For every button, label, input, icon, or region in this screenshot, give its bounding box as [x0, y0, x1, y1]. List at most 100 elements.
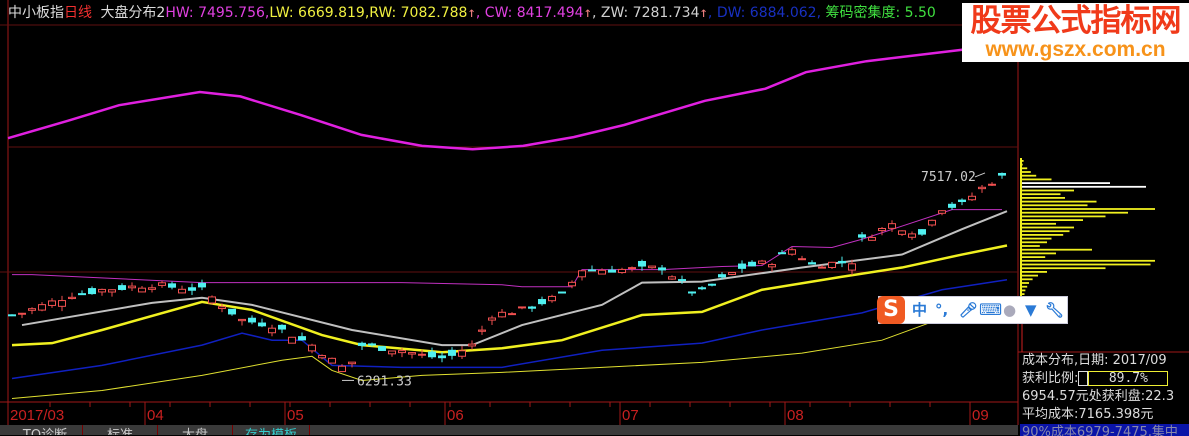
- candle-body: [268, 327, 276, 334]
- candle-body: [808, 262, 816, 265]
- kline-chart[interactable]: 6291.33 7517.02 2017/03 04 05 06 07 08 09: [0, 0, 1189, 435]
- watermark-logo: 股票公式指标网 www.gszx.com.cn: [962, 3, 1189, 62]
- indicator-name: 大盘分布2: [100, 5, 166, 21]
- header-value-1: LW: 6669.819,: [269, 5, 370, 21]
- candle-body: [168, 283, 176, 288]
- candle-body: [988, 183, 996, 186]
- avg-cost: 平均成本:7165.398元: [1022, 407, 1154, 422]
- candle-body: [398, 350, 406, 354]
- candle-body: [338, 365, 346, 373]
- candle-body: [488, 317, 496, 321]
- header-value-0: HW: 7495.756,: [165, 5, 270, 21]
- candle-body: [188, 287, 196, 291]
- chip-bar: [1020, 185, 1146, 188]
- cost-band: 90%成本6979-7475,集中: [1020, 424, 1189, 436]
- candle-body: [428, 351, 436, 358]
- candle-body: [648, 265, 656, 269]
- candle-body: [968, 195, 976, 201]
- tab-save-template[interactable]: 存为模板: [233, 425, 310, 435]
- chip-bar: [1020, 182, 1110, 184]
- tab-tq-diagnosis[interactable]: TQ诊断: [8, 425, 83, 435]
- candle-body: [38, 304, 46, 311]
- candle-body: [478, 329, 486, 332]
- candle-body: [748, 261, 756, 267]
- chip-bar: [1020, 219, 1083, 221]
- ime-toolbar[interactable]: S 中 °, 🎤︎ ⌨ ● ▼ 🔧︎: [877, 296, 1068, 324]
- candle-body: [928, 219, 936, 226]
- chip-bar: [1020, 222, 1056, 225]
- user-icon[interactable]: ●: [1003, 300, 1016, 320]
- chip-bar: [1020, 174, 1037, 177]
- chip-bar: [1020, 256, 1046, 258]
- high-price-label: 7517.02: [921, 170, 976, 185]
- candle-body: [628, 267, 636, 270]
- chip-bar: [1020, 271, 1047, 273]
- candle-body: [878, 227, 886, 232]
- candle-body: [208, 296, 216, 304]
- candle-body: [458, 350, 466, 357]
- header-value-3: , CW: 8417.494: [475, 5, 584, 21]
- tab-standard[interactable]: 标准: [83, 425, 158, 435]
- skin-shirt-icon[interactable]: ▼: [1025, 300, 1037, 320]
- up-arrow-icon: ↑: [467, 5, 476, 21]
- candle-body: [78, 293, 86, 296]
- chip-bar: [1020, 267, 1106, 270]
- candle-body: [8, 314, 16, 317]
- candle-body: [278, 324, 286, 330]
- candle-body: [358, 342, 366, 346]
- chip-bar: [1020, 274, 1038, 277]
- keyboard-icon[interactable]: ⌨: [979, 300, 1002, 320]
- wrench-settings-icon[interactable]: 🔧︎: [1045, 300, 1064, 320]
- up-arrow-icon: ↑: [583, 5, 592, 21]
- candle-body: [938, 210, 946, 214]
- candle-body: [658, 267, 666, 271]
- candle-body: [28, 308, 36, 311]
- header-value-6: 筹码密集度: 5.50: [821, 5, 936, 21]
- chip-bar: [1020, 189, 1074, 192]
- candle-body: [728, 272, 736, 275]
- candle-body: [858, 234, 866, 238]
- candle-body: [198, 282, 206, 288]
- candle-body: [258, 322, 266, 327]
- sogou-logo-icon[interactable]: S: [877, 296, 905, 324]
- candle-body: [328, 357, 336, 364]
- candle-body: [618, 268, 626, 274]
- period-label[interactable]: 日线: [64, 5, 92, 21]
- candle-body: [498, 311, 506, 318]
- chip-bar: [1020, 241, 1047, 244]
- candle-body: [508, 313, 516, 316]
- chart-header: 中小板指日线 大盘分布2HW: 7495.756,LW: 6669.819,RW…: [8, 3, 936, 23]
- candle-body: [48, 300, 56, 306]
- date-label: 05: [287, 407, 304, 424]
- date-label: 08: [787, 407, 804, 424]
- candle-body: [18, 312, 26, 315]
- chip-bar: [1020, 245, 1040, 247]
- candle-body: [588, 269, 596, 272]
- bottom-tabs: TQ诊断 标准 大盘 存为模板: [0, 425, 1018, 435]
- profit-label: 获利比例:: [1022, 371, 1079, 386]
- watermark-url: www.gszx.com.cn: [985, 38, 1166, 61]
- candle-body: [698, 287, 706, 290]
- candle-body: [608, 269, 616, 273]
- candle-body: [678, 279, 686, 282]
- candle-body: [558, 291, 566, 294]
- punctuation-toggle[interactable]: °,: [935, 300, 948, 320]
- candle-body: [868, 237, 876, 241]
- ime-mode-toggle[interactable]: 中: [912, 300, 927, 320]
- candle-body: [688, 291, 696, 294]
- watermark-title: 股票公式指标网: [970, 3, 1182, 39]
- candle-body: [518, 306, 526, 309]
- chip-bar: [1020, 263, 1151, 266]
- candle-body: [88, 288, 96, 295]
- candle-body: [548, 295, 556, 302]
- candle-body: [738, 263, 746, 269]
- header-value-4: , ZW: 7281.734: [592, 5, 700, 21]
- candle-body: [778, 252, 786, 255]
- candle-body: [348, 361, 356, 365]
- candle-body: [318, 355, 326, 359]
- microphone-icon[interactable]: 🎤︎: [959, 300, 978, 320]
- profit-ratio: 89.7%: [1088, 371, 1169, 386]
- date-label: 07: [622, 407, 639, 424]
- candle-body: [568, 281, 576, 287]
- tab-market[interactable]: 大盘: [158, 425, 233, 435]
